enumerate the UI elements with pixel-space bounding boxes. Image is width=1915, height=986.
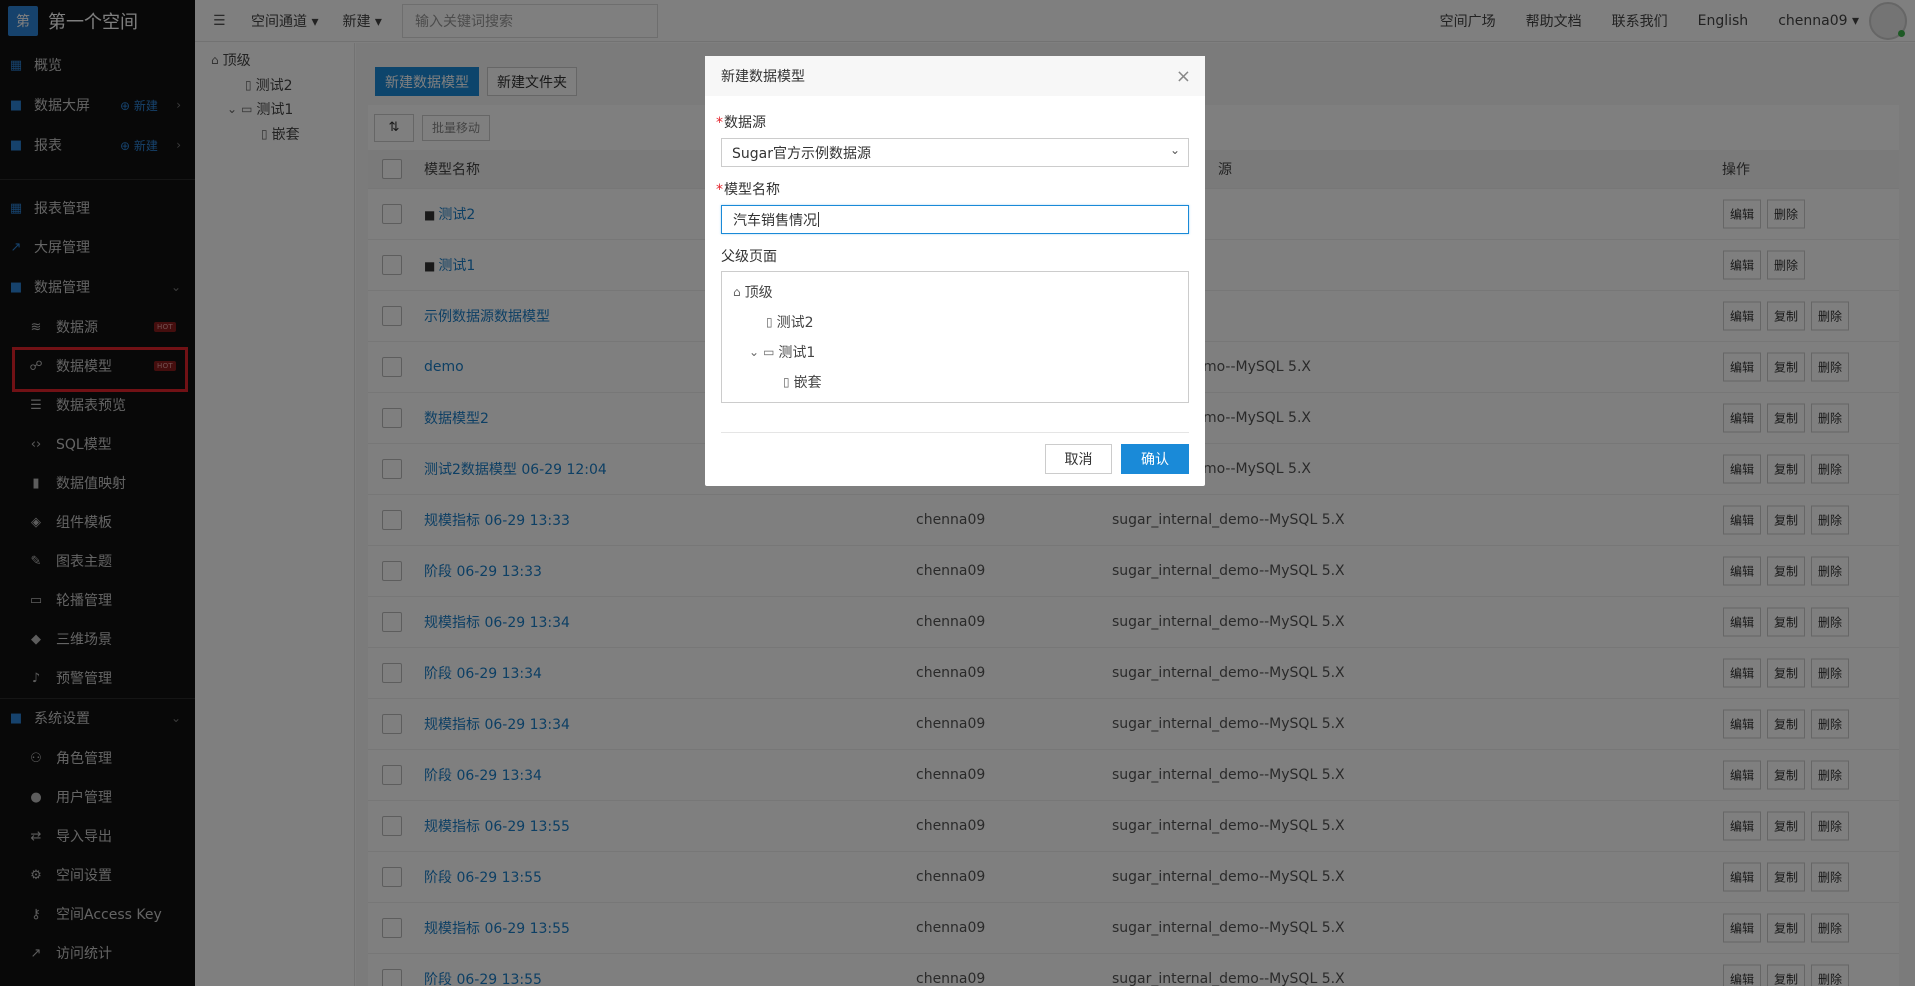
model-name-label: *模型名称	[716, 179, 780, 199]
chevron-down-icon[interactable]: ⌄	[749, 345, 759, 359]
datasource-value: Sugar官方示例数据源	[732, 145, 871, 162]
dialog-title: 新建数据模型	[721, 69, 805, 85]
tree-node-label: 测试2	[776, 315, 814, 331]
parent-page-label: 父级页面	[721, 249, 777, 265]
text-caret	[818, 212, 819, 227]
model-name-input[interactable]: 汽车销售情况	[721, 205, 1189, 234]
model-name-value: 汽车销售情况	[733, 212, 817, 229]
datasource-select[interactable]: Sugar官方示例数据源 ⌄	[721, 138, 1189, 167]
dialog-divider	[721, 432, 1189, 433]
chevron-down-icon: ⌄	[1169, 143, 1180, 157]
datasource-label-text: 数据源	[724, 115, 766, 131]
model-name-label-text: 模型名称	[724, 182, 780, 198]
required-mark: *	[716, 182, 723, 198]
dialog-header: 新建数据模型 ×	[705, 56, 1205, 96]
parent-tree-node[interactable]: ▯ 嵌套	[783, 372, 822, 392]
close-icon[interactable]: ×	[1176, 66, 1191, 87]
parent-tree-node[interactable]: ⌄ ▭ 测试1	[749, 342, 815, 362]
file-icon: ▯	[766, 315, 773, 329]
confirm-button[interactable]: 确认	[1121, 444, 1189, 474]
parent-tree-root[interactable]: ⌂ 顶级	[733, 282, 773, 302]
folder-open-icon: ▭	[763, 345, 775, 359]
file-icon: ▯	[783, 375, 790, 389]
tree-root-label: 顶级	[744, 285, 773, 301]
datasource-label: *数据源	[716, 112, 766, 132]
tree-node-label: 嵌套	[793, 375, 822, 391]
required-mark: *	[716, 115, 723, 131]
parent-tree-node[interactable]: ▯ 测试2	[766, 312, 814, 332]
parent-page-tree: ⌂ 顶级 ▯ 测试2 ⌄ ▭ 测试1 ▯ 嵌套	[721, 271, 1189, 403]
new-model-dialog: 新建数据模型 × *数据源 Sugar官方示例数据源 ⌄ *模型名称 汽车销售情…	[705, 56, 1205, 486]
cancel-button[interactable]: 取消	[1045, 444, 1112, 474]
home-icon: ⌂	[733, 285, 741, 299]
tree-node-label: 测试1	[778, 345, 816, 361]
